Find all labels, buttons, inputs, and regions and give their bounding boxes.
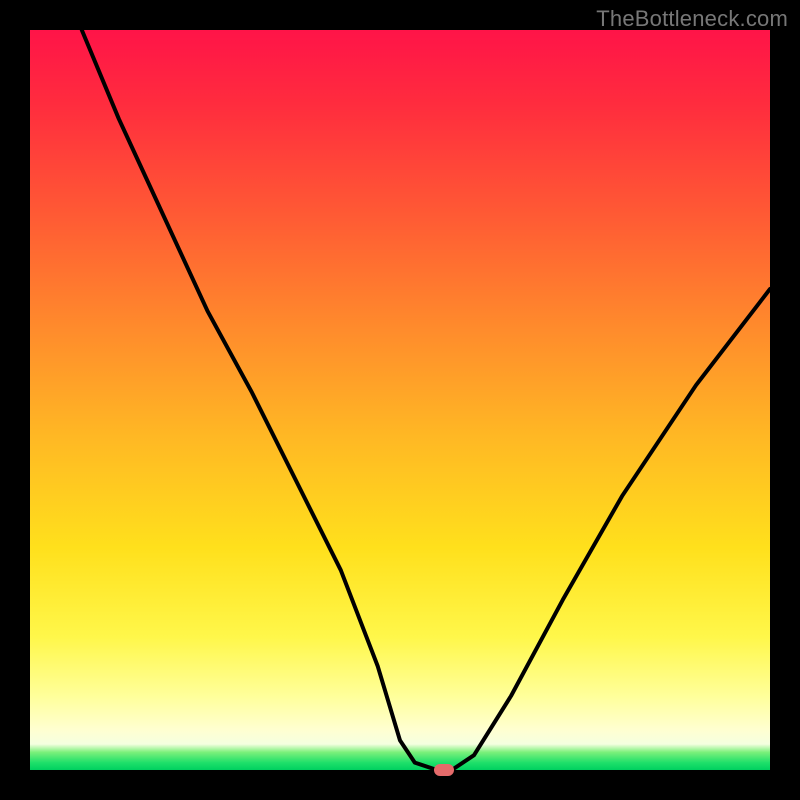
attribution-label: TheBottleneck.com [596,6,788,32]
curve-path [82,30,770,770]
optimal-point-marker [434,764,454,776]
bottleneck-curve [30,30,770,770]
chart-frame: TheBottleneck.com [0,0,800,800]
plot-area [30,30,770,770]
